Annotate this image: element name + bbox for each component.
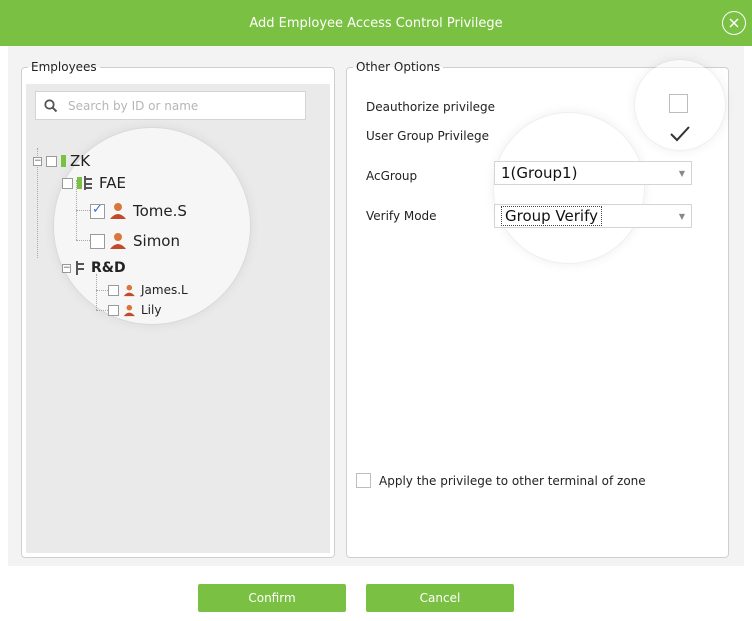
tree-item-label: Tome.S: [133, 202, 187, 220]
tree-connector: [76, 210, 90, 211]
tree-item-label: R&D: [91, 260, 126, 276]
user-group-label: User Group Privilege: [366, 129, 489, 143]
tree-item-lily[interactable]: Lily: [108, 303, 161, 317]
department-icon: [76, 261, 84, 275]
close-icon: [729, 18, 739, 28]
tree-connector: [96, 310, 108, 311]
employees-group: Employees −: [21, 60, 335, 558]
window-title: Add Employee Access Control Privilege: [249, 15, 503, 31]
deauthorize-label: Deauthorize privilege: [366, 100, 496, 114]
search-box[interactable]: [35, 91, 306, 120]
cancel-button[interactable]: Cancel: [366, 584, 514, 612]
user-icon: [110, 233, 126, 249]
user-group-checkbox[interactable]: [669, 124, 690, 143]
acgroup-label: AcGroup: [366, 169, 418, 183]
dropdown-arrow-icon: ▼: [678, 168, 685, 178]
tree-checkbox[interactable]: [108, 284, 119, 296]
dialog-body: Employees −: [8, 46, 744, 566]
verify-mode-select[interactable]: Group Verify ▼: [494, 204, 692, 228]
tree-item-rnd[interactable]: − R&D: [62, 260, 126, 276]
tree-checkbox[interactable]: [62, 177, 73, 189]
tree-connector: [76, 240, 90, 241]
other-options-group: Other Options Deauthorize privilege User…: [346, 60, 729, 558]
department-icon: [61, 155, 66, 167]
dropdown-arrow-icon: ▼: [678, 211, 685, 221]
tree-root-label: ZK: [70, 152, 91, 170]
tree-item-fae[interactable]: FAE: [62, 174, 126, 192]
tree-item-label: FAE: [99, 174, 126, 192]
apply-label: Apply the privilege to other terminal of…: [379, 474, 646, 488]
search-icon: [44, 98, 58, 112]
tree-connector: [96, 290, 108, 291]
apply-checkbox[interactable]: [356, 473, 371, 488]
tree-item-label: Lily: [141, 303, 162, 317]
tree-item-label: James.L: [141, 283, 188, 297]
tree-connector: [96, 274, 97, 310]
search-input[interactable]: [66, 97, 290, 114]
user-icon: [110, 203, 126, 219]
tree-checkbox-checked[interactable]: [90, 202, 105, 219]
tree-root[interactable]: − ZK: [33, 152, 90, 170]
user-icon: [123, 284, 135, 296]
tree-checkbox[interactable]: [46, 155, 57, 167]
confirm-button[interactable]: Confirm: [198, 584, 346, 612]
magnifier-bubble: [494, 113, 644, 263]
department-icon: [77, 176, 92, 190]
checkmark-icon: [670, 126, 690, 142]
employee-tree-panel: − ZK FAE: [26, 84, 330, 553]
acgroup-select[interactable]: 1(Group1) ▼: [494, 161, 692, 185]
tree-item-james-l[interactable]: James.L: [108, 283, 188, 297]
tree-checkbox[interactable]: [108, 304, 119, 316]
collapse-icon[interactable]: −: [33, 156, 42, 166]
verify-mode-label: Verify Mode: [366, 209, 437, 223]
tree-checkbox[interactable]: [90, 233, 105, 249]
tree-item-label: Simon: [133, 232, 180, 250]
employees-legend: Employees: [31, 60, 97, 74]
title-bar: Add Employee Access Control Privilege: [0, 0, 752, 46]
tree-item-simon[interactable]: Simon: [90, 232, 180, 250]
verify-mode-value: Group Verify: [501, 206, 602, 226]
other-options-legend: Other Options: [356, 60, 441, 74]
collapse-icon[interactable]: −: [62, 263, 71, 273]
tree-item-tome-s[interactable]: Tome.S: [90, 202, 187, 220]
user-icon: [123, 304, 135, 316]
dialog-footer: Confirm Cancel: [0, 566, 752, 621]
close-button[interactable]: [722, 11, 746, 35]
acgroup-value: 1(Group1): [501, 164, 578, 182]
deauthorize-checkbox[interactable]: [669, 94, 688, 113]
